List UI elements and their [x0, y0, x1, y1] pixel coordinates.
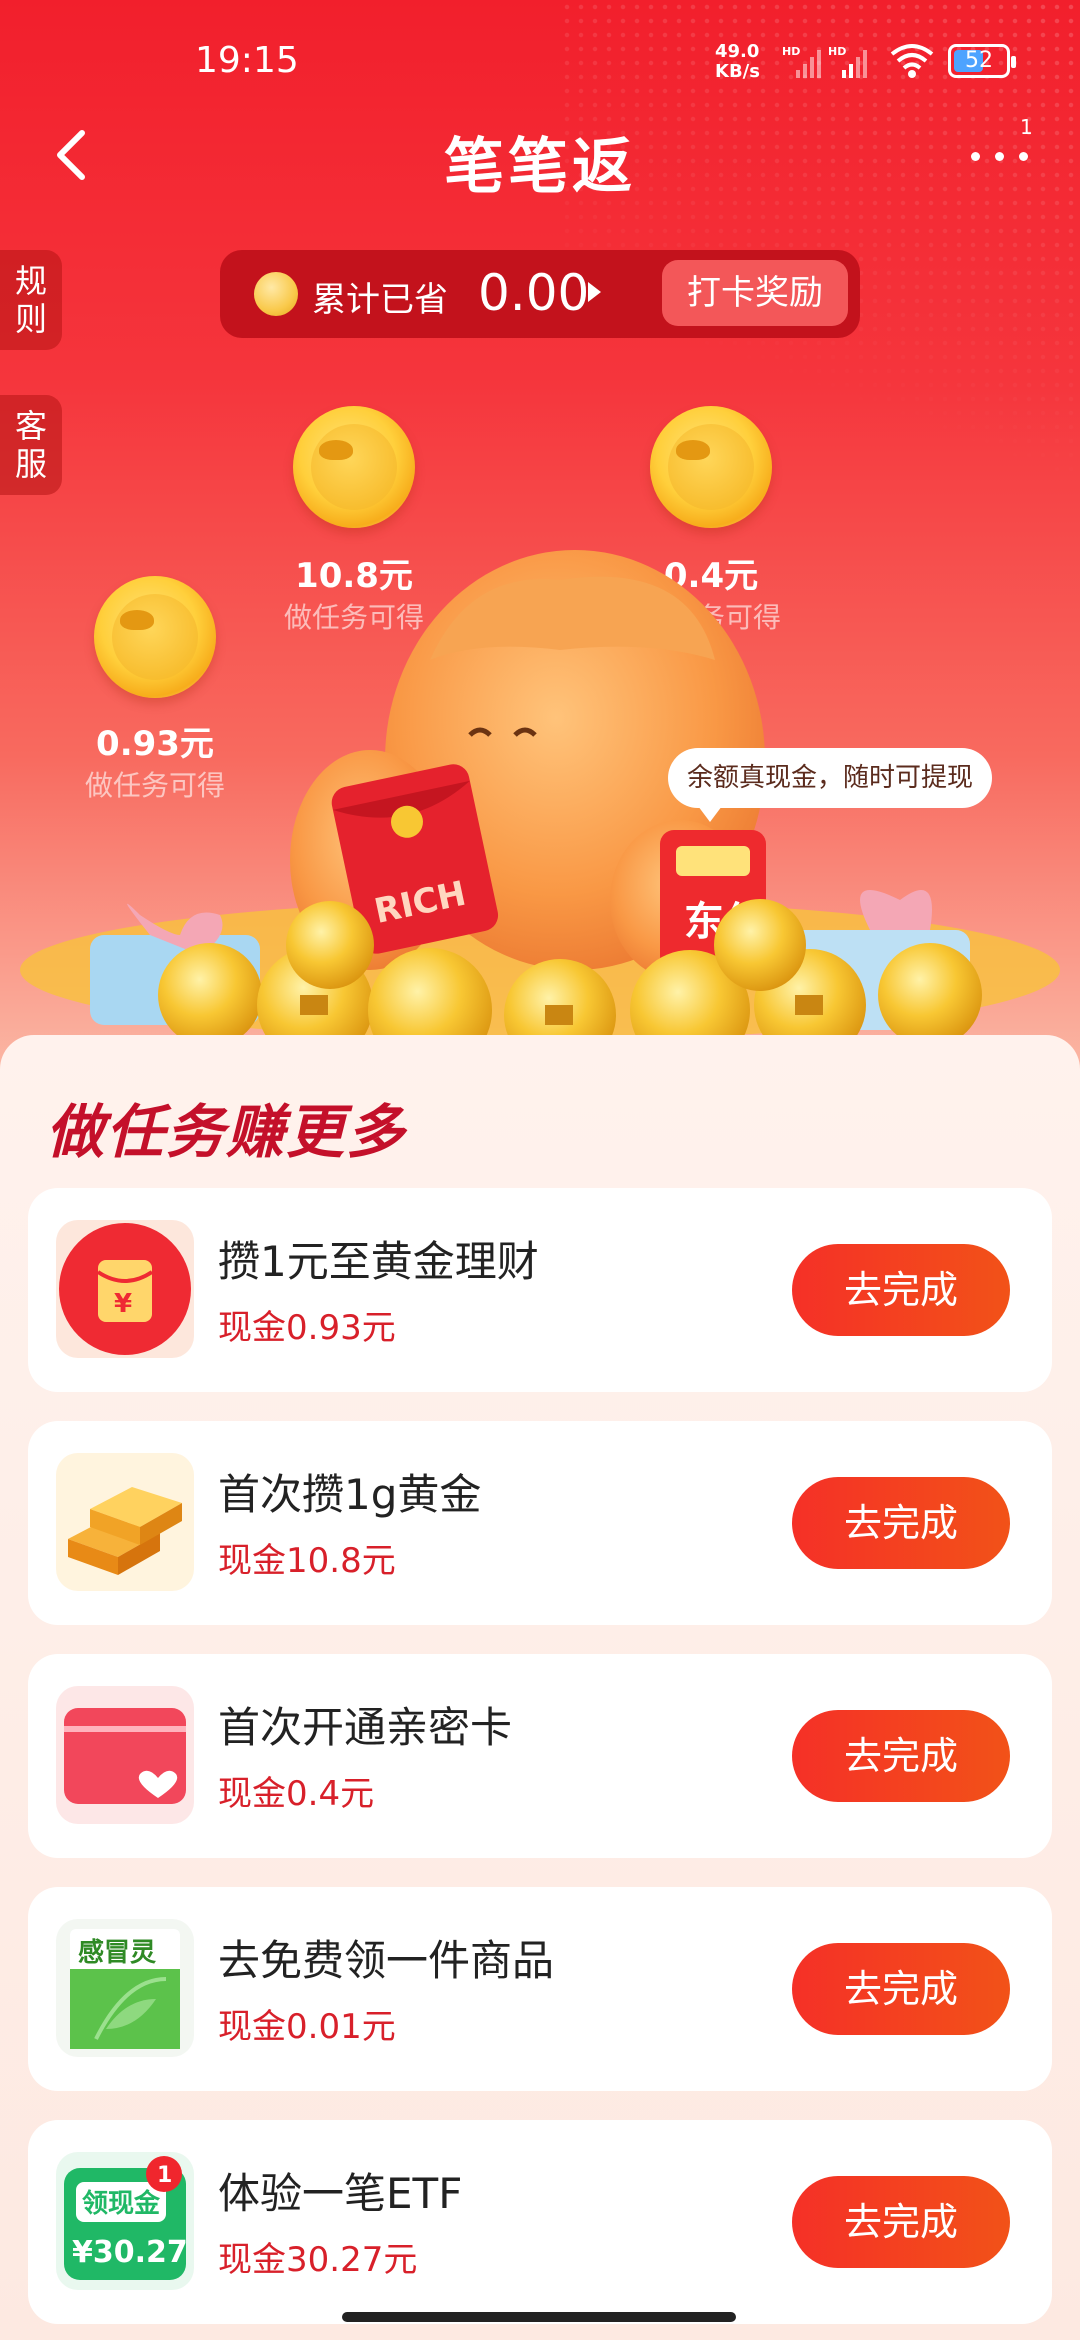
- cash-tip-bubble: 余额真现金，随时可提现: [668, 748, 992, 822]
- status-bar: 19:15 49.0 KB/s HD HD 52: [0, 40, 1080, 90]
- signal-icon-2: HD: [828, 45, 867, 78]
- task-name: 攒1元至黄金理财: [218, 1237, 539, 1286]
- task-name: 去免费领一件商品: [218, 1936, 555, 1985]
- customer-service-tab[interactable]: 客 服: [0, 395, 62, 495]
- coupon-value: ¥30.27: [72, 2235, 188, 2270]
- svg-text:HD: HD: [782, 45, 800, 58]
- battery-level: 52: [965, 48, 993, 73]
- coupon-title: 领现金: [82, 2188, 161, 2219]
- task-reward: 现金0.93元: [218, 1308, 396, 1348]
- task-reward: 现金0.4元: [218, 1774, 375, 1814]
- task-card: 感冒灵 去免费领一件商品 现金0.01元 去完成: [28, 1887, 1052, 2091]
- task-card: 首次开通亲密卡 现金0.4元 去完成: [28, 1654, 1052, 1858]
- status-time: 19:15: [195, 40, 299, 81]
- medicine-box-icon: 感冒灵: [56, 1919, 194, 2057]
- signal-icon: HD: [782, 45, 821, 78]
- task-reward: 现金10.8元: [218, 1541, 396, 1581]
- yuan-glyph: ¥: [114, 1289, 132, 1319]
- task-name: 体验一笔ETF: [218, 2169, 463, 2218]
- task-name: 首次开通亲密卡: [218, 1703, 513, 1752]
- fish-icon: [676, 440, 710, 460]
- reward-coin-1[interactable]: [293, 406, 415, 528]
- speed-unit: KB/s: [715, 61, 760, 82]
- notification-badge: 1: [1020, 115, 1033, 139]
- svg-text:HD: HD: [828, 45, 846, 58]
- complete-task-button[interactable]: 去完成: [792, 1244, 1010, 1336]
- rules-tab[interactable]: 规 则: [0, 250, 62, 350]
- cash-coupon-icon: 领现金 ¥30.27 1: [56, 2152, 194, 2290]
- coupon-badge: 1: [157, 2163, 172, 2188]
- caret-right-icon[interactable]: [588, 282, 601, 302]
- task-card: 首次攒1g黄金 现金10.8元 去完成: [28, 1421, 1052, 1625]
- complete-task-button[interactable]: 去完成: [792, 1710, 1010, 1802]
- network-speed: 49.0 KB/s: [715, 42, 760, 82]
- complete-task-button[interactable]: 去完成: [792, 2176, 1010, 2268]
- saved-amount[interactable]: 0.00: [478, 264, 589, 322]
- checkin-reward-button[interactable]: 打卡奖励: [662, 260, 848, 326]
- task-reward: 现金30.27元: [218, 2240, 418, 2280]
- page-title: 笔笔返: [444, 132, 636, 202]
- battery-icon: 52: [948, 44, 1016, 78]
- task-name: 首次攒1g黄金: [218, 1470, 482, 1519]
- coin-icon: [254, 272, 298, 316]
- medicine-label: 感冒灵: [78, 1938, 156, 1968]
- wifi-icon: [890, 44, 934, 78]
- complete-task-button[interactable]: 去完成: [792, 1477, 1010, 1569]
- speed-value: 49.0: [715, 41, 760, 62]
- section-title: 做任务赚更多: [46, 1098, 407, 1166]
- task-card: ¥ 攒1元至黄金理财 现金0.93元 去完成: [28, 1188, 1052, 1392]
- home-indicator[interactable]: [342, 2312, 736, 2322]
- complete-task-button[interactable]: 去完成: [792, 1943, 1010, 2035]
- heart-card-icon: [56, 1686, 194, 1824]
- fish-icon: [319, 440, 353, 460]
- red-envelope-icon: ¥: [56, 1220, 194, 1358]
- task-card: 领现金 ¥30.27 1 体验一笔ETF 现金30.27元 去完成: [28, 2120, 1052, 2324]
- gold-bar-icon: [56, 1453, 194, 1591]
- reward-coin-2[interactable]: [650, 406, 772, 528]
- task-reward: 现金0.01元: [218, 2007, 396, 2047]
- saved-summary-bar: 累计已省 0.00 打卡奖励: [220, 250, 860, 338]
- saved-label: 累计已省: [312, 280, 448, 320]
